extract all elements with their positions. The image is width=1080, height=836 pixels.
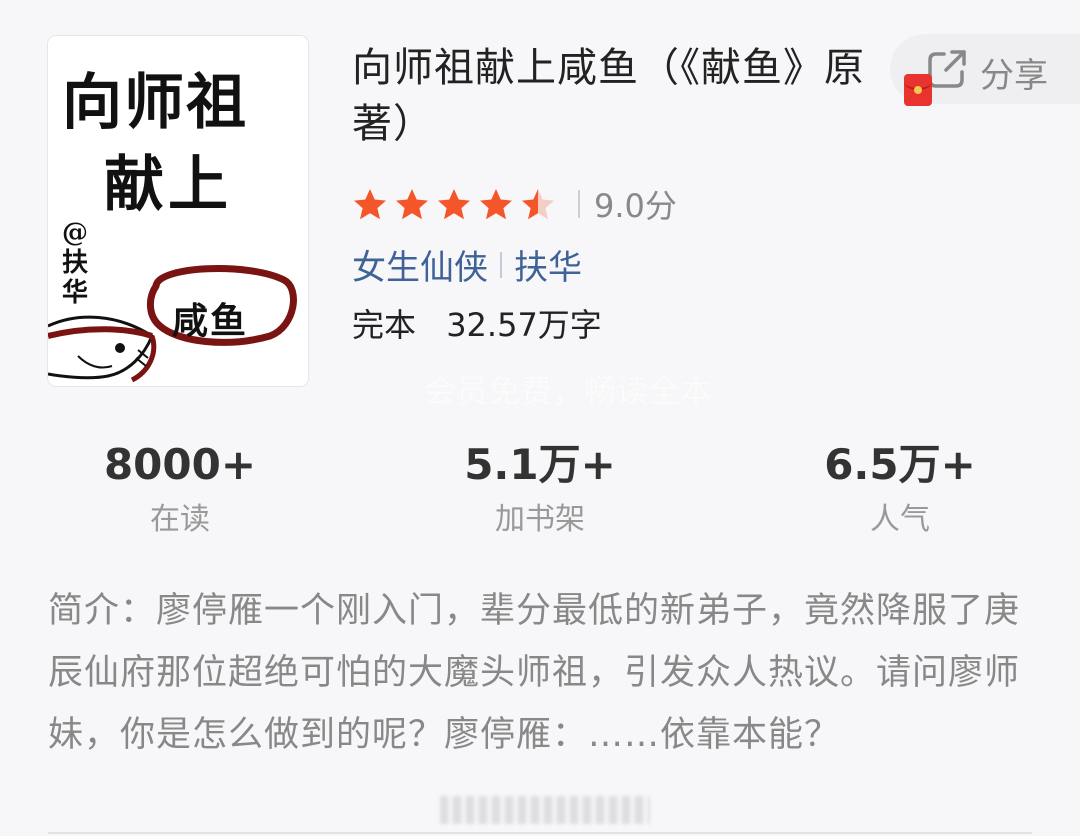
stat-bookshelf: 5.1万+ 加书架 bbox=[410, 440, 670, 538]
cover-title-line1: 向师祖 bbox=[62, 68, 248, 138]
stat-popularity: 6.5万+ 人气 bbox=[770, 440, 1030, 538]
cover-fish-text: 咸鱼 bbox=[172, 300, 249, 342]
divider bbox=[48, 832, 1032, 834]
book-status: 完本 32.57万字 bbox=[352, 300, 602, 346]
author-link[interactable]: 扶华 bbox=[514, 240, 582, 289]
stat-label: 人气 bbox=[870, 502, 930, 537]
red-packet-icon[interactable] bbox=[904, 74, 932, 106]
stat-value: 6.5万+ bbox=[824, 440, 976, 489]
star-icon bbox=[438, 189, 470, 220]
stat-value: 8000+ bbox=[103, 440, 257, 489]
book-intro[interactable]: 简介：廖停雁一个刚入门，辈分最低的新弟子，竟然降服了庚辰仙府那位超绝可怕的大魔头… bbox=[48, 580, 1048, 766]
share-label: 分享 bbox=[980, 56, 1048, 96]
category-tag[interactable]: 女生仙侠 bbox=[352, 240, 488, 289]
tag-divider bbox=[500, 251, 502, 278]
star-icon bbox=[522, 189, 554, 220]
book-cover[interactable]: 向师祖 献上 @扶华 咸鱼 bbox=[48, 36, 308, 386]
star-icon bbox=[354, 189, 386, 220]
stat-label: 加书架 bbox=[495, 502, 585, 537]
completion-status: 完本 bbox=[352, 306, 417, 344]
stat-reading: 8000+ 在读 bbox=[50, 440, 310, 538]
rating-row: 9.0分 bbox=[352, 182, 677, 226]
star-icon bbox=[396, 189, 428, 220]
stat-value: 5.1万+ bbox=[464, 440, 616, 489]
blurred-text bbox=[440, 796, 650, 824]
rating-divider bbox=[578, 190, 580, 218]
book-title: 向师祖献上咸鱼（《献鱼》原著） bbox=[352, 45, 865, 147]
star-rating bbox=[352, 187, 556, 221]
word-count: 32.57万字 bbox=[446, 306, 602, 344]
book-tags: 女生仙侠 扶华 bbox=[352, 240, 582, 289]
rating-score: 9.0分 bbox=[594, 187, 677, 225]
member-tip: 会员免费，畅读全本 bbox=[424, 372, 713, 410]
cover-title-line2: 献上 bbox=[104, 150, 232, 220]
star-icon bbox=[480, 189, 512, 220]
cover-author: @扶华 bbox=[62, 218, 89, 308]
stat-label: 在读 bbox=[150, 502, 210, 537]
